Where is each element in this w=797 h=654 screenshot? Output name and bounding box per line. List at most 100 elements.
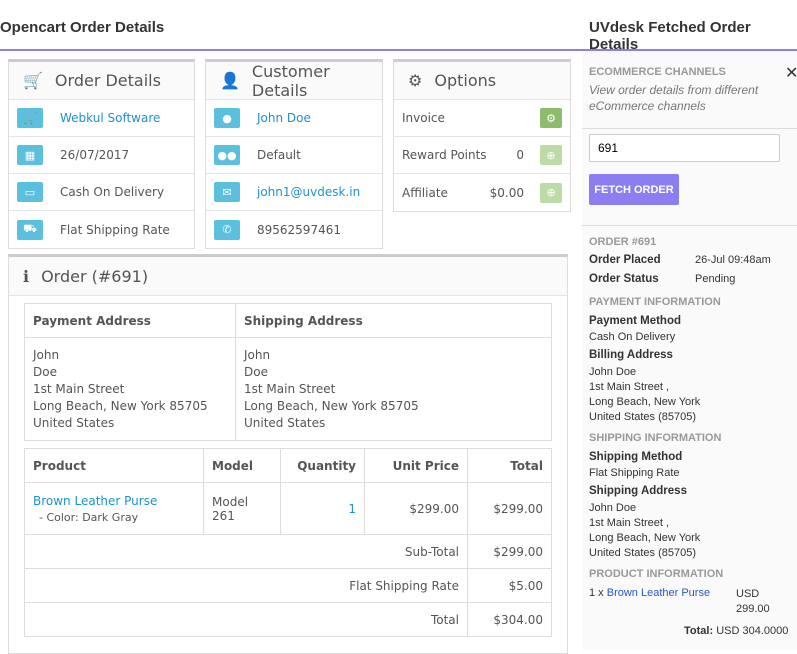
payment-method: Cash On Delivery [60,185,165,199]
col-unit-price: Unit Price [364,448,468,483]
col-product: Product [24,448,204,483]
address-line: John Doe [589,502,637,514]
product-price: 299.00 [736,603,770,615]
affiliate-value: $0.00 [489,185,524,200]
order-placed: 26-Jul 09:48am [695,254,771,266]
total-value: USD 304.0000 [716,625,789,637]
envelope-icon[interactable]: ✉ [214,182,240,202]
address-line: United States [244,415,326,430]
phone-icon[interactable]: ✆ [214,219,240,240]
product-unit-price: $299.00 [364,482,468,535]
info-icon: ℹ [23,266,30,286]
col-quantity: Quantity [280,448,365,483]
panel-title: Options [434,71,497,90]
shipping-address: John Doe 1st Main Street , Long Beach, New… [589,501,700,561]
address-line: Long Beach, New York 85705 [244,398,419,413]
product-model: Model 261 [203,482,281,535]
totals-row: Total $304.00 [24,602,552,637]
totals-row: Sub-Total $299.00 [24,534,552,569]
truck-icon[interactable]: ⛟ [17,219,43,240]
customer-link[interactable]: John Doe [257,111,311,125]
gear-icon: ⚙ [408,71,423,90]
reward-label: Reward Points [402,148,487,162]
options-panel: ⚙ Options Invoice ⚙ Reward Points 0 ⊕ Affili… [393,59,571,212]
product-qty: 1 x [589,587,604,599]
order-date: 26/07/2017 [60,148,130,162]
phone: 89562597461 [257,222,341,237]
order-status: Pending [695,273,736,285]
shipping-address-label: Shipping Address [589,485,687,497]
divider [0,49,582,51]
shipping-address: John Doe 1st Main Street Long Beach, New Yo… [235,337,552,441]
address-line: Long Beach, New York [589,396,701,408]
panel-title: Order Details [54,71,161,90]
email-link[interactable]: john1@uvdesk.in [257,185,360,199]
address-line: John [244,347,271,362]
address-line: 1st Main Street [244,381,336,396]
col-model: Model [203,448,281,483]
order-id-input[interactable] [589,134,780,162]
product-link[interactable]: Brown Leather Purse [607,587,710,599]
order-placed-label: Order Placed [589,254,661,266]
user-icon[interactable]: ● [214,108,240,128]
customer-details-panel: 👤 Customer Details ● John Doe ●● Default ✉ j… [205,59,383,249]
address-line: 1st Main Street , [589,381,670,393]
address-line: United States (85705) [589,547,697,559]
address-line: Doe [244,364,268,379]
payment-address-header: Payment Address [24,303,236,338]
address-table: Payment Address Shipping Address John Doe 1… [24,303,552,441]
uvdesk-sidebar: ECOMMERCE CHANNELS ✕ View order details … [582,51,797,650]
side-title: UVdesk Fetched Order Details [589,19,751,53]
order-number: ORDER #691 [589,236,657,248]
order-panel: ℹ Order (#691) Payment Address Shipping Ad… [8,254,568,654]
order-status-label: Order Status [589,273,659,285]
product-option: - Color: Dark Gray [39,510,139,524]
shipping-method: Flat Shipping Rate [589,467,680,479]
billing-label: Billing Address [589,349,673,361]
total-label: Total: [684,625,714,637]
address-line: Long Beach, New York 85705 [33,398,208,413]
reward-value: 0 [516,148,524,162]
address-line: 1st Main Street [33,381,125,396]
channels-heading: ECOMMERCE CHANNELS [589,66,726,78]
add-reward-button[interactable]: ⊕ [540,145,562,165]
address-line: John [33,347,60,362]
cart-icon: 🛒 [23,71,43,90]
product-total: $299.00 [467,482,552,535]
channels-description: View order details from different eComme… [589,83,759,113]
totals-row: Flat Shipping Rate $5.00 [24,568,552,603]
col-total: Total [467,448,552,483]
product-heading: PRODUCT INFORMATION [589,568,724,580]
calendar-icon[interactable]: ▦ [17,145,43,165]
shipping-heading: SHIPPING INFORMATION [589,432,722,444]
address-line: John Doe [589,366,637,378]
page-title: Opencart Order Details [0,19,165,36]
cart-icon[interactable]: 🛒 [17,108,43,128]
address-line: Long Beach, New York [589,532,701,544]
address-line: United States [33,415,115,430]
group-icon[interactable]: ●● [214,145,240,165]
credit-card-icon[interactable]: ▭ [17,182,43,202]
product-currency: USD [736,588,760,600]
panel-title: Order (#691) [41,266,149,286]
address-line: Doe [33,364,57,379]
close-icon[interactable]: ✕ [785,63,797,83]
address-line: United States (85705) [589,411,697,423]
affiliate-label: Affiliate [402,185,448,200]
payment-method-label: Payment Method [589,315,682,327]
store-link[interactable]: Webkul Software [60,111,160,125]
payment-address: John Doe 1st Main Street Long Beach, New Yo… [24,337,236,441]
product-link[interactable]: Brown Leather Purse [33,494,195,508]
invoice-label: Invoice [402,111,445,125]
billing-address: John Doe 1st Main Street , Long Beach, New… [589,365,700,425]
address-line: 1st Main Street , [589,517,670,529]
user-icon: 👤 [220,71,240,90]
payment-heading: PAYMENT INFORMATION [589,296,721,308]
generate-invoice-button[interactable]: ⚙ [540,108,562,128]
payment-method: Cash On Delivery [589,331,676,343]
shipping-address-header: Shipping Address [235,303,552,338]
customer-group: Default [257,148,301,162]
table-row: Brown Leather Purse - Color: Dark Gray Mo… [24,482,552,535]
add-commission-button[interactable]: ⊕ [540,182,562,203]
fetch-order-button[interactable]: FETCH ORDER [589,174,679,205]
